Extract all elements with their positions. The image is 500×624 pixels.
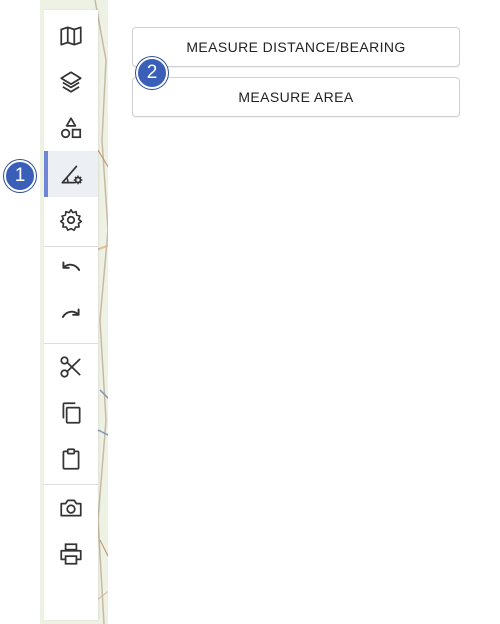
print-icon	[60, 543, 82, 565]
undo-button[interactable]	[44, 247, 98, 293]
annotation-marker-2: 2	[136, 57, 168, 89]
settings-tool-button[interactable]	[44, 197, 98, 243]
vertical-toolbar	[44, 10, 98, 620]
map-tool-button[interactable]	[44, 13, 98, 59]
measure-distance-bearing-button[interactable]: MEASURE DISTANCE/BEARING	[132, 27, 460, 67]
clipboard-icon	[62, 448, 80, 470]
screenshot-button[interactable]	[44, 485, 98, 531]
redo-icon	[61, 308, 80, 318]
camera-icon	[60, 499, 82, 517]
annotation-marker-1: 1	[4, 160, 36, 192]
settings-icon	[59, 208, 83, 231]
print-button[interactable]	[44, 531, 98, 577]
redo-button[interactable]	[44, 294, 98, 340]
paste-button[interactable]	[44, 436, 98, 482]
measure-tool-button[interactable]	[44, 151, 98, 197]
measure-tool-icon	[61, 165, 83, 185]
map-icon	[60, 26, 82, 46]
copy-icon	[62, 402, 81, 424]
copy-button[interactable]	[44, 390, 98, 436]
measure-area-button[interactable]: MEASURE AREA	[132, 77, 460, 117]
layers-icon	[60, 71, 82, 93]
cut-button[interactable]	[44, 344, 98, 390]
layers-tool-button[interactable]	[44, 59, 98, 105]
shapes-icon	[60, 117, 82, 139]
scissors-icon	[60, 356, 81, 378]
undo-icon	[62, 261, 81, 271]
shapes-tool-button[interactable]	[44, 105, 98, 151]
